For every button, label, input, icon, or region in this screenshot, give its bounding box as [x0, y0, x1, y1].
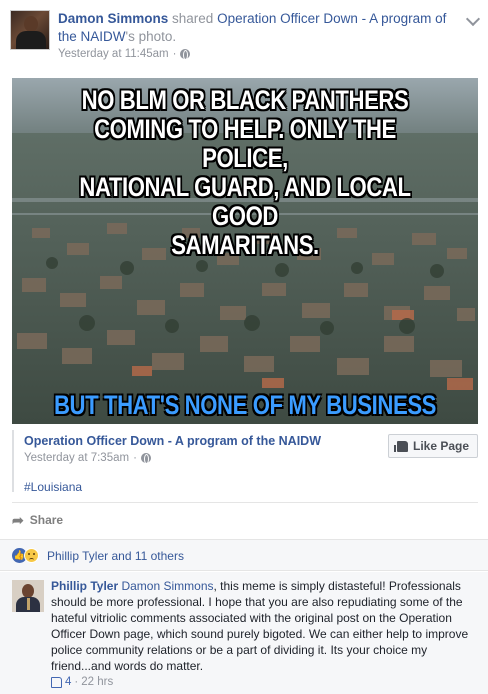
original-page-link[interactable]: Operation Officer Down - A program of th…	[24, 434, 321, 448]
hashtag-link[interactable]: #Louisiana	[24, 480, 82, 494]
comment-meta: 4 · 22 hrs	[51, 676, 113, 688]
original-timestamp[interactable]: Yesterday at 7:35am	[24, 452, 129, 464]
share-arrow-icon: ➦	[12, 511, 24, 528]
meme-top-line-3: NATIONAL GUARD, AND LOCAL GOOD	[79, 172, 411, 231]
post-header-text: Damon Simmons shared Operation Officer D…	[58, 10, 468, 46]
reaction-icons: 👍	[12, 548, 44, 564]
post-header: Damon Simmons shared Operation Officer D…	[10, 8, 481, 64]
meta-separator: ·	[133, 452, 137, 464]
comment: Phillip Tyler Damon Simmons, this meme i…	[0, 572, 488, 694]
post-meta: Yesterday at 11:45am ·	[58, 48, 191, 60]
shared-word: shared	[168, 11, 218, 26]
post-photo[interactable]: NO BLM OR BLACK PANTHERS COMING TO HELP.…	[12, 78, 478, 424]
meta-separator: ·	[74, 676, 79, 688]
meme-bottom-caption: BUT THAT'S NONE OF MY BUSINESS	[53, 390, 437, 420]
meme-top-line-1: NO BLM OR BLACK PANTHERS	[81, 85, 409, 115]
avatar-head	[24, 16, 38, 32]
sad-reaction-icon	[24, 548, 39, 563]
share-button[interactable]: ➦ Share	[12, 508, 63, 532]
post-author-link[interactable]: Damon Simmons	[58, 11, 168, 26]
globe-icon	[180, 49, 191, 60]
avatar-tie	[27, 598, 30, 610]
post-timestamp[interactable]: Yesterday at 11:45am	[58, 48, 169, 60]
meme-top-caption: NO BLM OR BLACK PANTHERS COMING TO HELP.…	[54, 86, 436, 260]
like-icon[interactable]	[51, 676, 62, 688]
original-post-meta: Yesterday at 7:35am ·	[24, 452, 151, 464]
comment-author-link[interactable]: Phillip Tyler	[51, 579, 118, 593]
comment-mention-link[interactable]: Damon Simmons	[121, 579, 213, 593]
comment-time[interactable]: 22 hrs	[81, 676, 113, 688]
reactions-summary[interactable]: 👍 Phillip Tyler and 11 others	[0, 539, 488, 571]
thumbs-up-icon	[393, 440, 408, 452]
meme-top-line-4: SAMARITANS.	[171, 230, 319, 260]
divider	[12, 502, 478, 503]
comment-like-count[interactable]: 4	[65, 676, 71, 688]
chevron-down-icon[interactable]	[465, 11, 481, 27]
shared-attribution: Operation Officer Down - A program of th…	[12, 426, 478, 496]
author-avatar[interactable]	[10, 10, 50, 50]
comment-text: , this meme is simply distasteful! Profe…	[51, 579, 469, 673]
meme-top-line-2: COMING TO HELP. ONLY THE POLICE,	[94, 114, 396, 173]
like-page-button[interactable]: Like Page	[388, 434, 478, 458]
comment-body: Phillip Tyler Damon Simmons, this meme i…	[51, 578, 471, 674]
like-page-label: Like Page	[412, 439, 470, 453]
avatar-head	[22, 584, 34, 598]
commenter-avatar[interactable]	[12, 580, 44, 612]
globe-icon	[140, 453, 151, 464]
avatar-body	[16, 31, 46, 49]
meta-separator: ·	[172, 48, 177, 60]
reactions-text[interactable]: Phillip Tyler and 11 others	[47, 549, 184, 563]
share-label: Share	[29, 513, 64, 527]
attribution-bar	[12, 430, 14, 492]
photo-suffix: 's photo.	[125, 29, 177, 44]
